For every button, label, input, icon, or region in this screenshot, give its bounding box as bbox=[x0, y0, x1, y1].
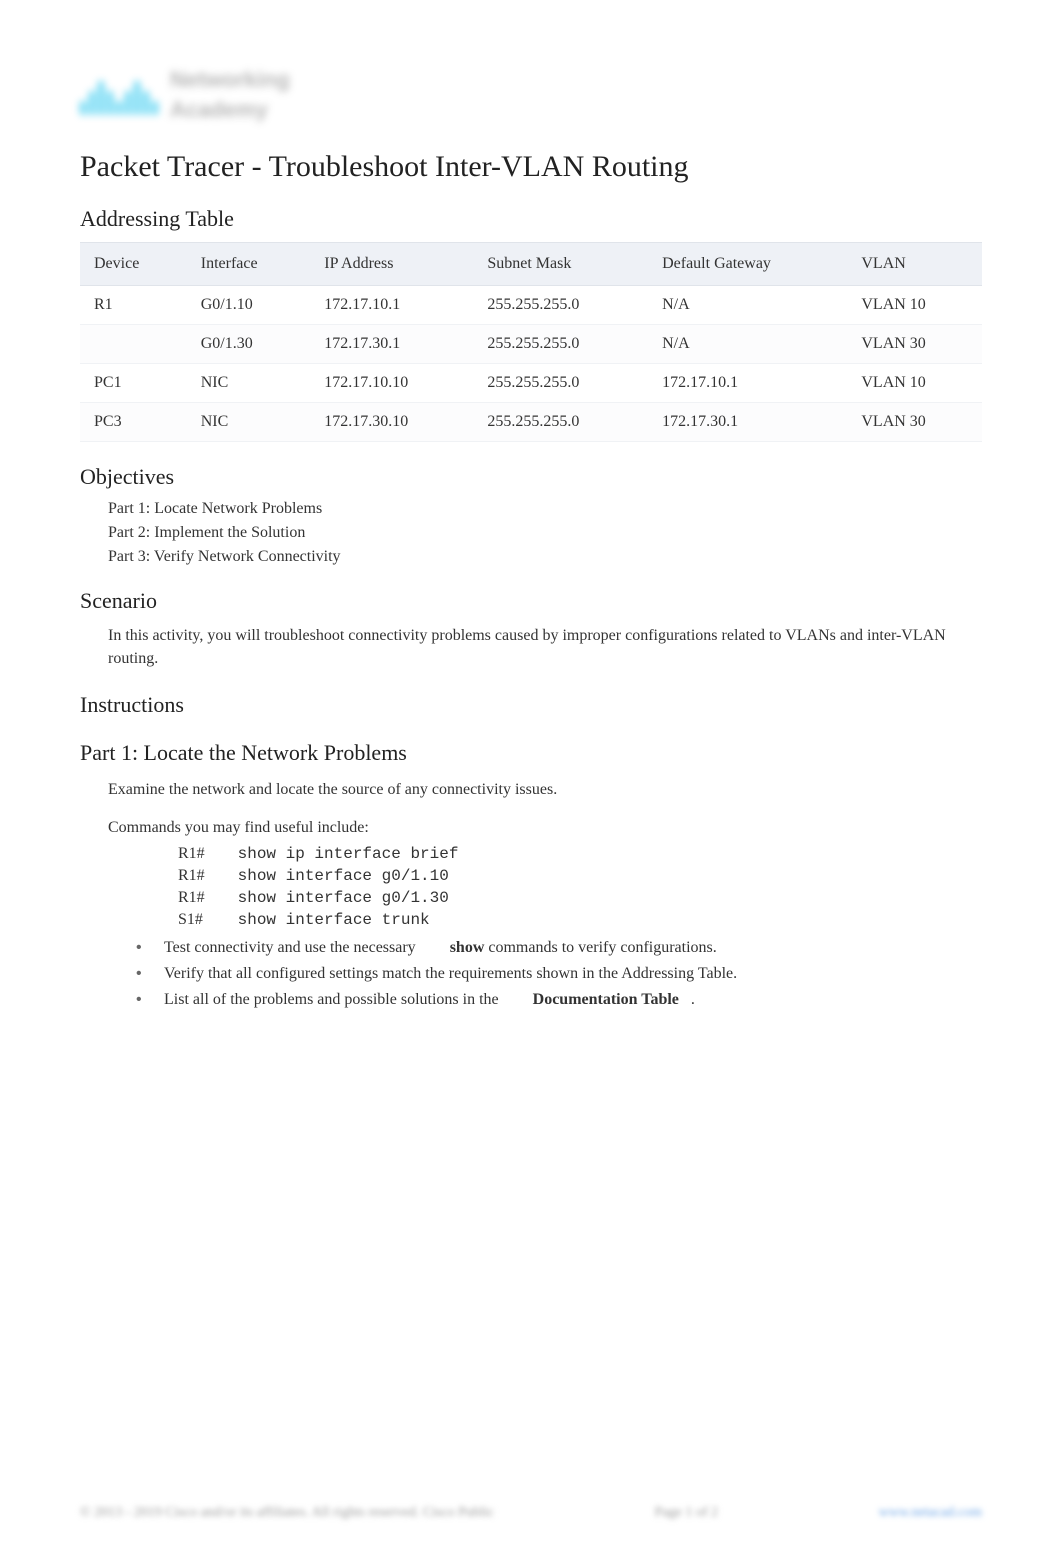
command-line: R1# show interface g0/1.10 bbox=[178, 867, 982, 885]
bullet-text: List all of the problems and possible so… bbox=[164, 991, 695, 1009]
command-block: R1# show ip interface brief R1# show int… bbox=[178, 845, 982, 929]
logo-text: Networking Academy bbox=[170, 67, 290, 123]
scenario-text: In this activity, you will troubleshoot … bbox=[108, 624, 982, 670]
cell-gw: 172.17.30.1 bbox=[648, 403, 847, 442]
cmd-text: show ip interface brief bbox=[238, 845, 459, 863]
cell-vlan: VLAN 10 bbox=[847, 364, 982, 403]
table-header-row: Device Interface IP Address Subnet Mask … bbox=[80, 242, 982, 286]
bullet-keyword: show bbox=[450, 939, 485, 956]
addressing-table: Device Interface IP Address Subnet Mask … bbox=[80, 242, 982, 442]
document-title: Packet Tracer - Troubleshoot Inter-VLAN … bbox=[80, 150, 982, 184]
objectives-heading: Objectives bbox=[80, 464, 982, 490]
bullet-text: Verify that all configured settings matc… bbox=[164, 965, 737, 983]
cmd-text: show interface g0/1.10 bbox=[238, 867, 449, 885]
command-line: R1# show interface g0/1.30 bbox=[178, 889, 982, 907]
page-footer: © 2013 - 2019 Cisco and/or its affiliate… bbox=[80, 1505, 982, 1521]
objective-item: Part 2: Implement the Solution bbox=[108, 524, 982, 542]
cell-vlan: VLAN 30 bbox=[847, 403, 982, 442]
cell-ip: 172.17.10.10 bbox=[310, 364, 473, 403]
bullet-post: commands to verify configurations. bbox=[484, 939, 716, 956]
cell-ip: 172.17.10.1 bbox=[310, 286, 473, 325]
bullet-item: • List all of the problems and possible … bbox=[136, 991, 982, 1009]
col-device: Device bbox=[80, 242, 187, 286]
bullet-icon: • bbox=[136, 991, 146, 1009]
col-interface: Interface bbox=[187, 242, 311, 286]
document-page: Networking Academy Packet Tracer - Troub… bbox=[0, 0, 1062, 1561]
bullet-keyword: Documentation Table bbox=[533, 991, 679, 1008]
scenario-heading: Scenario bbox=[80, 588, 982, 614]
logo-line-1: Networking bbox=[170, 67, 290, 93]
table-row: R1 G0/1.10 172.17.10.1 255.255.255.0 N/A… bbox=[80, 286, 982, 325]
cell-mask: 255.255.255.0 bbox=[473, 325, 648, 364]
bullet-item: • Test connectivity and use the necessar… bbox=[136, 939, 982, 957]
col-ip: IP Address bbox=[310, 242, 473, 286]
bullet-text: Test connectivity and use the necessary … bbox=[164, 939, 717, 957]
objective-item: Part 1: Locate Network Problems bbox=[108, 500, 982, 518]
table-row: G0/1.30 172.17.30.1 255.255.255.0 N/A VL… bbox=[80, 325, 982, 364]
cell-device bbox=[80, 325, 187, 364]
footer-page-number: Page 1 of 2 bbox=[655, 1505, 718, 1521]
cell-mask: 255.255.255.0 bbox=[473, 403, 648, 442]
part1-body: Examine the network and locate the sourc… bbox=[108, 778, 982, 1008]
col-mask: Subnet Mask bbox=[473, 242, 648, 286]
table-row: PC3 NIC 172.17.30.10 255.255.255.0 172.1… bbox=[80, 403, 982, 442]
bullet-icon: • bbox=[136, 965, 146, 983]
cmd-text: show interface g0/1.30 bbox=[238, 889, 449, 907]
cell-mask: 255.255.255.0 bbox=[473, 364, 648, 403]
brand-logo: Networking Academy bbox=[80, 60, 380, 130]
cell-vlan: VLAN 10 bbox=[847, 286, 982, 325]
cell-device: PC1 bbox=[80, 364, 187, 403]
commands-intro: Commands you may find useful include: bbox=[108, 816, 982, 839]
cell-ip: 172.17.30.1 bbox=[310, 325, 473, 364]
cell-mask: 255.255.255.0 bbox=[473, 286, 648, 325]
part1-bullets: • Test connectivity and use the necessar… bbox=[136, 939, 982, 1009]
part1-intro: Examine the network and locate the sourc… bbox=[108, 778, 982, 801]
bullet-item: • Verify that all configured settings ma… bbox=[136, 965, 982, 983]
cell-gw: N/A bbox=[648, 325, 847, 364]
logo-line-2: Academy bbox=[170, 97, 290, 123]
bullet-post: . bbox=[691, 991, 695, 1008]
cell-interface: G0/1.30 bbox=[187, 325, 311, 364]
objective-item: Part 3: Verify Network Connectivity bbox=[108, 548, 982, 566]
instructions-heading: Instructions bbox=[80, 692, 982, 718]
cmd-prompt: R1# bbox=[178, 867, 228, 885]
cell-ip: 172.17.30.10 bbox=[310, 403, 473, 442]
bullet-icon: • bbox=[136, 939, 146, 957]
scenario-body: In this activity, you will troubleshoot … bbox=[108, 624, 982, 670]
cmd-prompt: R1# bbox=[178, 845, 228, 863]
footer-copyright: © 2013 - 2019 Cisco and/or its affiliate… bbox=[80, 1505, 494, 1521]
cmd-prompt: R1# bbox=[178, 889, 228, 907]
command-line: R1# show ip interface brief bbox=[178, 845, 982, 863]
col-vlan: VLAN bbox=[847, 242, 982, 286]
cell-interface: NIC bbox=[187, 364, 311, 403]
cell-device: PC3 bbox=[80, 403, 187, 442]
cisco-bars-icon bbox=[80, 75, 158, 115]
addressing-table-heading: Addressing Table bbox=[80, 206, 982, 232]
col-gateway: Default Gateway bbox=[648, 242, 847, 286]
cmd-prompt: S1# bbox=[178, 911, 228, 929]
bullet-pre: List all of the problems and possible so… bbox=[164, 991, 503, 1008]
cmd-text: show interface trunk bbox=[238, 911, 430, 929]
command-line: S1# show interface trunk bbox=[178, 911, 982, 929]
bullet-pre: Test connectivity and use the necessary bbox=[164, 939, 420, 956]
cell-gw: N/A bbox=[648, 286, 847, 325]
cell-gw: 172.17.10.1 bbox=[648, 364, 847, 403]
footer-link: www.netacad.com bbox=[879, 1505, 982, 1521]
part1-heading: Part 1: Locate the Network Problems bbox=[80, 740, 982, 766]
cell-device: R1 bbox=[80, 286, 187, 325]
table-row: PC1 NIC 172.17.10.10 255.255.255.0 172.1… bbox=[80, 364, 982, 403]
cell-interface: NIC bbox=[187, 403, 311, 442]
objectives-list: Part 1: Locate Network Problems Part 2: … bbox=[108, 500, 982, 566]
bullet-pre: Verify that all configured settings matc… bbox=[164, 965, 737, 982]
cell-interface: G0/1.10 bbox=[187, 286, 311, 325]
cell-vlan: VLAN 30 bbox=[847, 325, 982, 364]
